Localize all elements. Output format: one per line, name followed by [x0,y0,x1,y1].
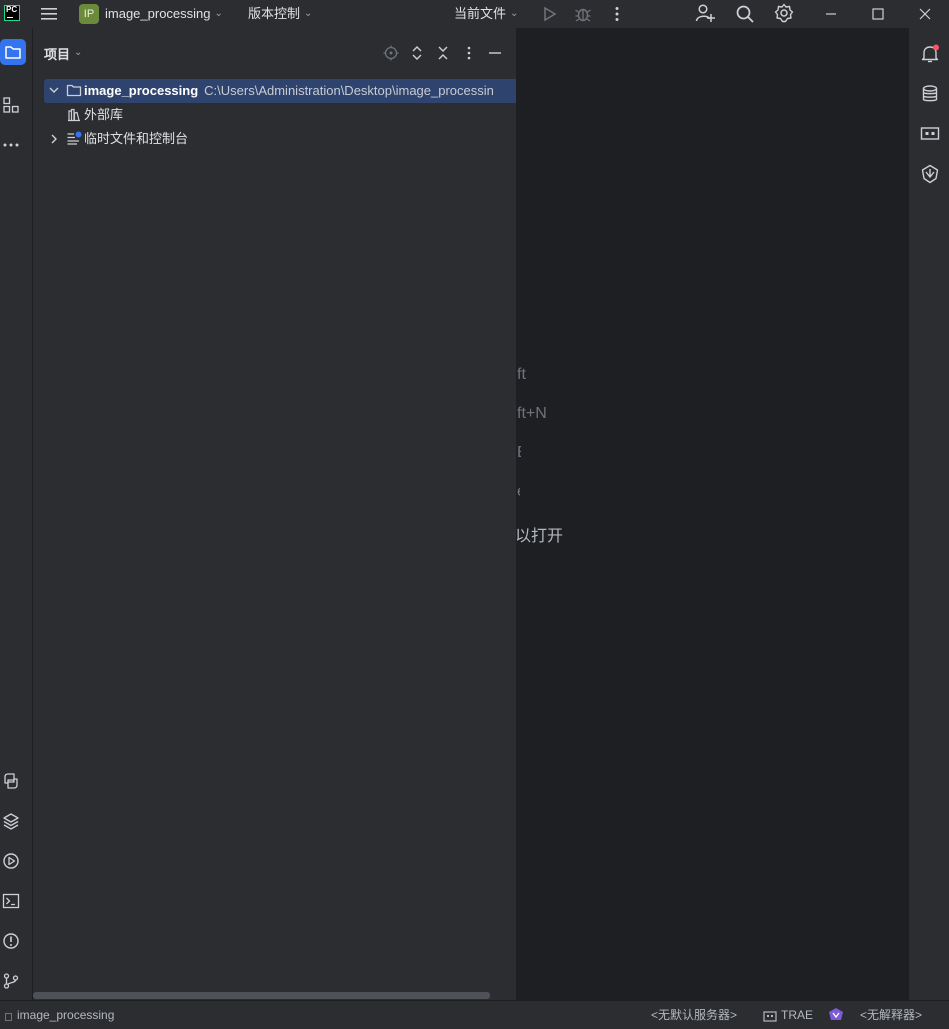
status-server[interactable]: <无默认服务器> [651,1001,737,1029]
tree-root-name: image_processing [84,83,199,98]
left-tool-stripe [0,28,33,1000]
chevron-down-icon: ⌄ [74,47,83,58]
layers-icon[interactable] [2,812,20,830]
pycharm-logo-icon: PC [4,5,20,21]
editor-empty-area: ft ft+N E e 以打开 [517,28,908,1000]
options-icon[interactable] [461,45,477,61]
minimize-window-icon[interactable] [822,5,840,23]
chevron-right-icon[interactable] [47,132,61,146]
editor-hint-text: ft [517,366,526,383]
tree-external-libs-label: 外部库 [84,107,124,122]
run-icon[interactable] [540,5,558,23]
chevron-down-icon: ⌄ [214,7,223,19]
hide-panel-icon[interactable] [487,45,503,61]
horizontal-scrollbar[interactable] [33,992,490,999]
more-icon[interactable] [2,136,20,154]
gear-icon[interactable] [774,3,794,23]
tree-scratches-label: 临时文件和控制台 [84,131,189,146]
chevron-down-icon[interactable] [47,83,61,97]
status-trae[interactable]: TRAE [781,1001,813,1029]
trae-icon[interactable] [920,164,940,184]
notifications-icon[interactable] [920,44,940,64]
python-console-icon[interactable] [2,772,20,790]
terminal-icon[interactable] [2,892,20,910]
expand-all-icon[interactable] [409,45,425,61]
tree-row-scratches[interactable]: 临时文件和控制台 [44,127,516,151]
tree-root-path: C:\Users\Administration\Desktop\image_pr… [204,83,494,98]
run-config-selector[interactable]: 当前文件 ⌄ [454,0,518,28]
editor-hint-text: ft+N [517,405,547,422]
status-project-name[interactable]: image_processing [17,1001,114,1029]
code-with-me-icon[interactable] [695,3,715,23]
collapse-all-icon[interactable] [435,45,451,61]
tree-row-external-libraries[interactable]: 外部库 [44,103,516,127]
maximize-window-icon[interactable] [869,5,887,23]
locate-icon[interactable] [383,45,399,61]
ai-status-icon[interactable] [828,1007,844,1021]
more-actions-icon[interactable] [608,5,626,23]
trae-status-icon [763,1011,777,1023]
ai-assistant-icon[interactable] [920,124,940,144]
project-view-selector[interactable]: 项目 ⌄ [44,44,82,63]
git-icon[interactable] [2,972,20,990]
database-icon[interactable] [920,84,940,104]
panel-title: 项目 [44,47,71,62]
library-icon [66,107,82,123]
editor-hint-text: E [517,444,521,462]
tree-row-project-root[interactable]: image_processing C:\Users\Administration\… [44,79,516,103]
chevron-down-icon: ⌄ [304,7,313,19]
problems-icon[interactable] [2,932,20,950]
status-bar: image_processing <无默认服务器> TRAE <无解释器> [0,1000,949,1023]
structure-icon[interactable] [2,96,20,114]
chevron-down-icon: ⌄ [510,7,519,19]
status-interpreter[interactable]: <无解释器> [860,1001,922,1029]
services-icon[interactable] [2,852,20,870]
right-tool-stripe [908,28,949,1000]
editor-hint-text: e [517,483,520,501]
close-window-icon[interactable] [916,5,934,23]
folder-icon [66,82,82,98]
project-panel: 项目 ⌄ image_processing C:\Users\Administra… [33,28,516,1000]
vcs-label: 版本控制 [248,6,301,21]
debug-icon[interactable] [574,5,592,23]
project-badge: IP [79,4,99,24]
project-name: image_processing [105,6,211,21]
vcs-menu[interactable]: 版本控制 ⌄ [248,0,312,28]
scratches-icon [66,130,82,146]
editor-hint-text: 以打开 [517,528,564,545]
main-menu-icon[interactable] [40,6,58,22]
title-bar: PC IP image_processing ⌄ 版本控制 ⌄ 当前文件 ⌄ [0,0,949,28]
project-selector[interactable]: IP image_processing ⌄ [79,0,223,28]
project-tool-button[interactable] [0,39,26,65]
folder-icon [4,43,22,61]
run-config-label: 当前文件 [454,6,507,21]
search-icon[interactable] [735,4,755,24]
